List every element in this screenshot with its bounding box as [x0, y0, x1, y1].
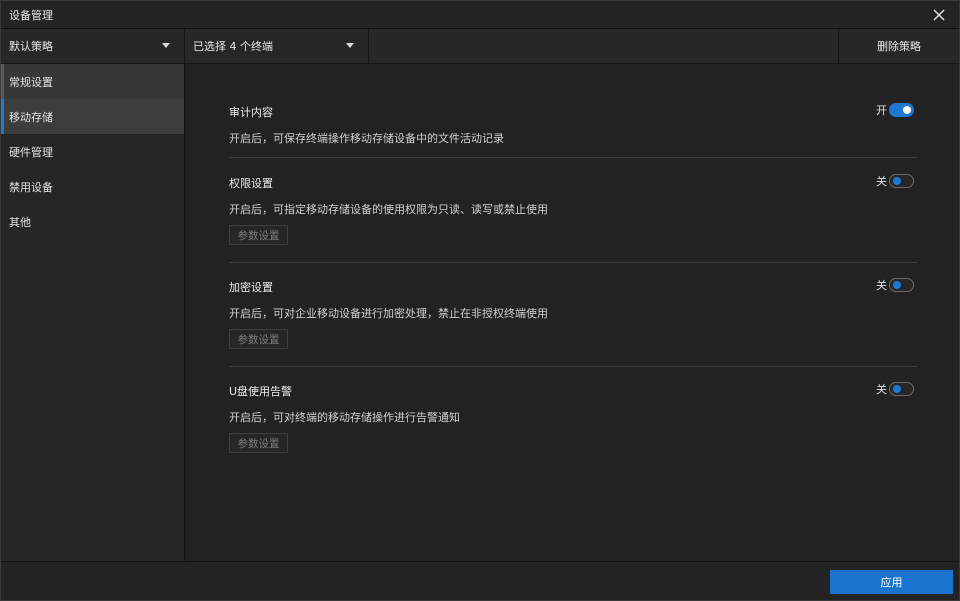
toggle-group: 关: [876, 173, 914, 189]
toolbar: 默认策略 已选择 4 个终端 删除策略: [1, 29, 959, 64]
section-divider: [229, 157, 917, 158]
toggle-knob: [903, 106, 911, 114]
sidebar-item-label: 其他: [9, 215, 31, 229]
delete-policy-label: 删除策略: [877, 40, 921, 53]
window-title: 设备管理: [9, 8, 53, 22]
toggle-knob: [893, 385, 901, 393]
apply-label: 应用: [880, 576, 903, 589]
section-description: 开启后，可保存终端操作移动存储设备中的文件活动记录: [229, 132, 504, 145]
sidebar-item-label: 移动存储: [9, 110, 53, 124]
device-management-window: 设备管理 默认策略 已选择 4 个终端 删除策略 常规设置 移动存储 硬件管理 …: [0, 0, 960, 601]
main-panel: 审计内容 开 开启后，可保存终端操作移动存储设备中的文件活动记录 权限设置 关 …: [186, 64, 959, 561]
toggle-label: 开: [876, 104, 887, 117]
footer: 应用: [1, 561, 959, 600]
param-settings-button[interactable]: 参数设置: [229, 329, 288, 349]
section-description: 开启后，可指定移动存储设备的使用权限为只读、读写或禁止使用: [229, 203, 548, 216]
policy-select[interactable]: 默认策略: [1, 29, 185, 63]
toggle-label: 关: [876, 279, 887, 292]
terminals-select[interactable]: 已选择 4 个终端: [185, 29, 369, 63]
section-description: 开启后，可对终端的移动存储操作进行告警通知: [229, 411, 460, 424]
sidebar-item-label: 常规设置: [9, 75, 53, 89]
section-title: U盘使用告警: [229, 385, 293, 398]
param-settings-button[interactable]: 参数设置: [229, 433, 288, 453]
toggle-label: 关: [876, 383, 887, 396]
sidebar-item-general[interactable]: 常规设置: [1, 64, 184, 99]
toggle-label: 关: [876, 175, 887, 188]
apply-button[interactable]: 应用: [830, 570, 953, 594]
section-title: 审计内容: [229, 106, 273, 119]
sidebar-item-disabled-devices[interactable]: 禁用设备: [1, 169, 184, 204]
sidebar-item-label: 禁用设备: [9, 180, 53, 194]
toggle-knob: [893, 281, 901, 289]
toggle-group: 关: [876, 381, 914, 397]
sidebar-item-other[interactable]: 其他: [1, 204, 184, 239]
close-icon[interactable]: [931, 7, 947, 23]
policy-select-value: 默认策略: [9, 40, 53, 53]
terminals-select-value: 已选择 4 个终端: [193, 40, 273, 53]
caret-down-icon: [346, 43, 354, 48]
sidebar-item-label: 硬件管理: [9, 145, 53, 159]
audit-content-toggle[interactable]: [889, 103, 914, 117]
toggle-group: 关: [876, 277, 914, 293]
delete-policy-button[interactable]: 删除策略: [838, 29, 959, 63]
section-description: 开启后，可对企业移动设备进行加密处理，禁止在非授权终端使用: [229, 307, 548, 320]
section-divider: [229, 262, 917, 263]
usb-alert-toggle[interactable]: [889, 382, 914, 396]
toggle-group: 开: [876, 102, 914, 118]
sidebar-item-removable-storage[interactable]: 移动存储: [1, 99, 184, 134]
section-title: 加密设置: [229, 281, 273, 294]
caret-down-icon: [162, 43, 170, 48]
sidebar: 常规设置 移动存储 硬件管理 禁用设备 其他: [1, 64, 185, 561]
sidebar-item-hardware[interactable]: 硬件管理: [1, 134, 184, 169]
section-divider: [229, 366, 917, 367]
permission-settings-toggle[interactable]: [889, 174, 914, 188]
section-title: 权限设置: [229, 177, 273, 190]
encryption-settings-toggle[interactable]: [889, 278, 914, 292]
title-bar: 设备管理: [1, 1, 959, 29]
toggle-knob: [893, 177, 901, 185]
param-settings-button[interactable]: 参数设置: [229, 225, 288, 245]
